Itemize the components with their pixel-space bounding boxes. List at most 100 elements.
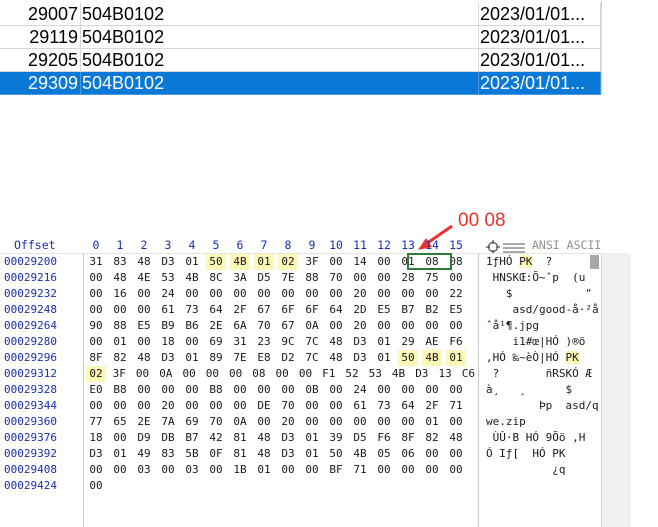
table-row[interactable]: 29205 504B0102 2023/01/01...	[0, 49, 601, 72]
hex-byte[interactable]: 2E	[134, 414, 154, 430]
hex-byte[interactable]: 00	[226, 366, 246, 382]
hex-byte[interactable]: 02	[86, 366, 106, 382]
hex-byte[interactable]: 7E	[278, 270, 298, 286]
hex-byte[interactable]: 00	[86, 286, 106, 302]
hex-byte[interactable]: 83	[110, 254, 130, 270]
hex-byte[interactable]: 48	[326, 334, 346, 350]
hex-byte[interactable]: 00	[374, 318, 394, 334]
hex-byte[interactable]: 8C	[206, 270, 226, 286]
hex-byte[interactable]: 13	[435, 366, 455, 382]
hex-byte[interactable]: 00	[446, 318, 466, 334]
hex-byte[interactable]: D2	[278, 350, 298, 366]
hex-byte[interactable]: 01	[374, 334, 394, 350]
hex-byte[interactable]: 4B	[182, 270, 202, 286]
hex-byte[interactable]: 42	[206, 430, 226, 446]
hex-byte[interactable]: 01	[374, 350, 394, 366]
hex-byte[interactable]: 00	[110, 462, 130, 478]
hex-byte[interactable]: E5	[446, 302, 466, 318]
hex-byte[interactable]: 0A	[156, 366, 176, 382]
hex-byte[interactable]: 20	[158, 398, 178, 414]
hex-byte[interactable]: D3	[350, 334, 370, 350]
hex-byte[interactable]: 01	[302, 430, 322, 446]
hex-byte[interactable]: 00	[134, 334, 154, 350]
hex-byte[interactable]: 00	[86, 478, 106, 494]
ascii-text[interactable]: asd/good-å·²å	[486, 302, 598, 318]
hex-byte[interactable]: 49	[134, 446, 154, 462]
hex-byte[interactable]: 00	[134, 302, 154, 318]
hex-byte[interactable]: 00	[302, 414, 322, 430]
hex-byte[interactable]: 24	[350, 382, 370, 398]
hex-byte[interactable]: 00	[230, 398, 250, 414]
hex-byte[interactable]: 20	[278, 414, 298, 430]
hex-byte[interactable]: 00	[398, 414, 418, 430]
hex-byte[interactable]: 00	[110, 302, 130, 318]
hex-byte[interactable]: 00	[374, 270, 394, 286]
hex-byte[interactable]: F6	[374, 430, 394, 446]
hex-byte[interactable]: 0F	[206, 446, 226, 462]
ascii-text[interactable]: i1#œ|HÓ )®ö	[486, 334, 598, 350]
hex-byte[interactable]: 00	[350, 270, 370, 286]
hex-byte[interactable]: 00	[422, 318, 442, 334]
hex-byte[interactable]: 00	[374, 462, 394, 478]
hex-byte[interactable]: B8	[206, 382, 226, 398]
hex-byte[interactable]: 3F	[302, 254, 322, 270]
hex-byte[interactable]: 00	[295, 366, 315, 382]
hex-byte[interactable]: 00	[446, 446, 466, 462]
hex-byte[interactable]: 81	[230, 430, 250, 446]
hex-byte[interactable]: 01	[182, 254, 202, 270]
hex-byte[interactable]: 00	[446, 414, 466, 430]
ascii-text[interactable]: ¿q	[486, 462, 598, 478]
hex-byte[interactable]: 82	[422, 430, 442, 446]
hex-byte[interactable]: 00	[86, 334, 106, 350]
hex-byte[interactable]: 48	[134, 254, 154, 270]
hex-byte[interactable]: D9	[134, 430, 154, 446]
hex-byte[interactable]: 00	[110, 430, 130, 446]
hex-byte[interactable]: 01	[302, 446, 322, 462]
hex-byte[interactable]: 00	[206, 462, 226, 478]
hex-byte[interactable]: 00	[302, 286, 322, 302]
hex-byte[interactable]: 2F	[422, 398, 442, 414]
hex-byte[interactable]: 00	[302, 462, 322, 478]
hex-byte[interactable]: E0	[86, 382, 106, 398]
hex-byte[interactable]: 4B	[350, 446, 370, 462]
hex-byte[interactable]: 39	[326, 430, 346, 446]
hex-byte[interactable]: 61	[350, 398, 370, 414]
hex-byte[interactable]: 00	[446, 270, 466, 286]
hex-byte[interactable]: 23	[254, 334, 274, 350]
hex-byte[interactable]: 00	[272, 366, 292, 382]
hex-byte[interactable]: 48	[110, 270, 130, 286]
hex-byte[interactable]: 70	[254, 318, 274, 334]
hex-byte[interactable]: 00	[230, 382, 250, 398]
lines-icon[interactable]	[503, 243, 525, 253]
hex-byte[interactable]: 18	[86, 430, 106, 446]
ascii-text[interactable]: 1ƒHÓ PK ?	[486, 254, 598, 270]
hex-byte[interactable]: 67	[254, 302, 274, 318]
hex-byte[interactable]: 29	[398, 334, 418, 350]
hex-byte[interactable]: 5B	[182, 446, 202, 462]
hex-byte[interactable]: AE	[422, 334, 442, 350]
hex-byte[interactable]: 00	[134, 382, 154, 398]
hex-byte[interactable]: 73	[374, 398, 394, 414]
table-row[interactable]: 29007 504B0102 2023/01/01...	[0, 3, 601, 26]
hex-byte[interactable]: 48	[134, 350, 154, 366]
hex-byte[interactable]: 02	[278, 254, 298, 270]
hex-byte[interactable]: 00	[206, 286, 226, 302]
ascii-text[interactable]: ˆå¹¶.jpg	[486, 318, 598, 334]
target-icon[interactable]	[486, 240, 500, 254]
hex-byte[interactable]: 48	[446, 430, 466, 446]
hex-byte[interactable]: B7	[182, 430, 202, 446]
hex-byte[interactable]: 81	[230, 446, 250, 462]
hex-byte[interactable]: 05	[374, 446, 394, 462]
hex-byte[interactable]: 01	[446, 350, 466, 366]
scrollbar-track[interactable]	[601, 253, 631, 527]
hex-byte[interactable]: 00	[398, 462, 418, 478]
hex-byte[interactable]: 00	[374, 414, 394, 430]
hex-byte[interactable]: 00	[202, 366, 222, 382]
hex-byte[interactable]: 08	[249, 366, 269, 382]
ascii-text[interactable]: ÙÛ·B HÓ 9Õö ,H	[486, 430, 598, 446]
ascii-text[interactable]: we.zip	[486, 414, 598, 430]
hex-byte[interactable]: 75	[422, 270, 442, 286]
hex-byte[interactable]: 18	[158, 334, 178, 350]
hex-byte[interactable]: 4B	[230, 254, 250, 270]
hex-byte[interactable]: 00	[86, 462, 106, 478]
